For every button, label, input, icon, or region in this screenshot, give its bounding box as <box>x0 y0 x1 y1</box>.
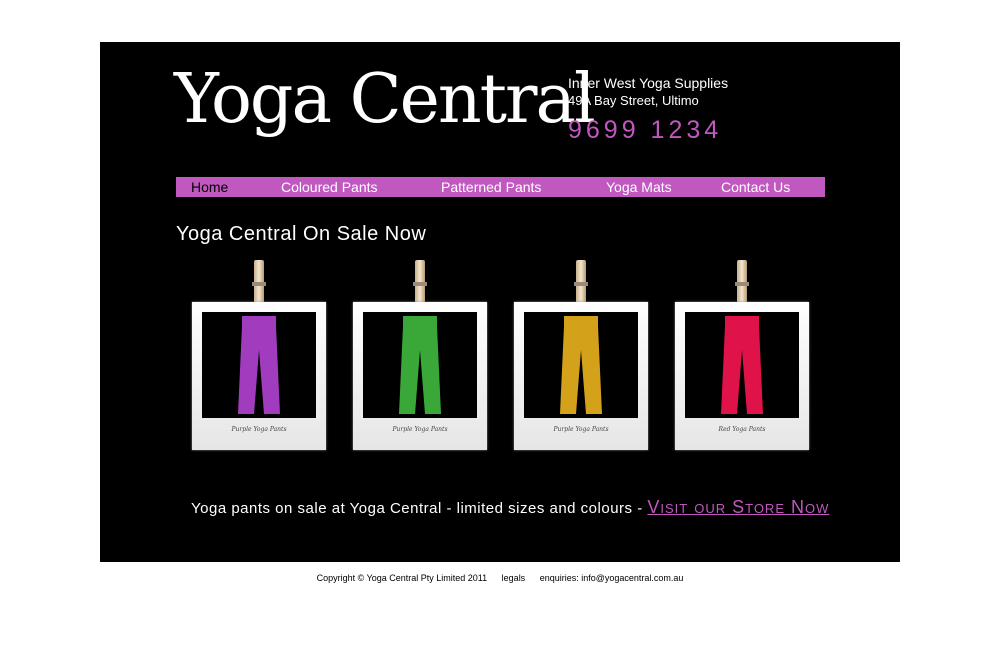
main-panel: Yoga Central Inner West Yoga Supplies 49… <box>100 42 900 562</box>
product-photo: Purple Yoga Pants <box>353 302 487 450</box>
nav-home[interactable]: Home <box>191 177 228 197</box>
legals-link[interactable]: legals <box>502 573 526 583</box>
site-logo[interactable]: Yoga Central <box>174 60 596 140</box>
product-image <box>363 312 477 418</box>
copyright-text: Copyright © Yoga Central Pty Limited 201… <box>316 573 488 583</box>
footer: Copyright © Yoga Central Pty Limited 201… <box>0 573 1000 583</box>
nav-coloured-pants[interactable]: Coloured Pants <box>281 177 378 197</box>
pants-image <box>721 316 763 414</box>
pants-image <box>399 316 441 414</box>
pants-image <box>238 316 280 414</box>
contact-info: Inner West Yoga Supplies 49A Bay Street,… <box>568 74 728 146</box>
tagline: Inner West Yoga Supplies <box>568 75 729 91</box>
promo-line: Yoga pants on sale at Yoga Central - lim… <box>191 497 829 518</box>
product-card[interactable]: Purple Yoga Pants <box>192 260 326 450</box>
visit-store-link[interactable]: Visit our Store Now <box>647 497 829 517</box>
section-heading: Yoga Central On Sale Now <box>176 223 427 245</box>
pants-shape <box>238 316 280 414</box>
pants-shape <box>399 316 441 414</box>
promo-text: Yoga pants on sale at Yoga Central - lim… <box>191 500 643 517</box>
product-image <box>524 312 638 418</box>
product-card[interactable]: Purple Yoga Pants <box>353 260 487 450</box>
product-photo: Purple Yoga Pants <box>514 302 648 450</box>
product-photo: Purple Yoga Pants <box>192 302 326 450</box>
product-caption: Purple Yoga Pants <box>553 426 609 433</box>
product-image <box>202 312 316 418</box>
nav-contact-us[interactable]: Contact Us <box>721 177 790 197</box>
enquiries-link[interactable]: enquiries: info@yogacentral.com.au <box>540 573 684 583</box>
product-caption: Purple Yoga Pants <box>392 426 448 433</box>
product-photo: Red Yoga Pants <box>675 302 809 450</box>
phone-number: 9699 1234 <box>568 116 723 144</box>
nav-yoga-mats[interactable]: Yoga Mats <box>606 177 672 197</box>
product-card[interactable]: Red Yoga Pants <box>675 260 809 450</box>
pants-image <box>560 316 602 414</box>
product-image <box>685 312 799 418</box>
nav-bar: Home Coloured Pants Patterned Pants Yoga… <box>176 177 825 197</box>
pants-shape <box>560 316 602 414</box>
product-card[interactable]: Purple Yoga Pants <box>514 260 648 450</box>
pants-shape <box>721 316 763 414</box>
product-caption: Red Yoga Pants <box>718 426 766 433</box>
address: 49A Bay Street, Ultimo <box>568 93 699 108</box>
nav-patterned-pants[interactable]: Patterned Pants <box>441 177 541 197</box>
product-caption: Purple Yoga Pants <box>231 426 287 433</box>
